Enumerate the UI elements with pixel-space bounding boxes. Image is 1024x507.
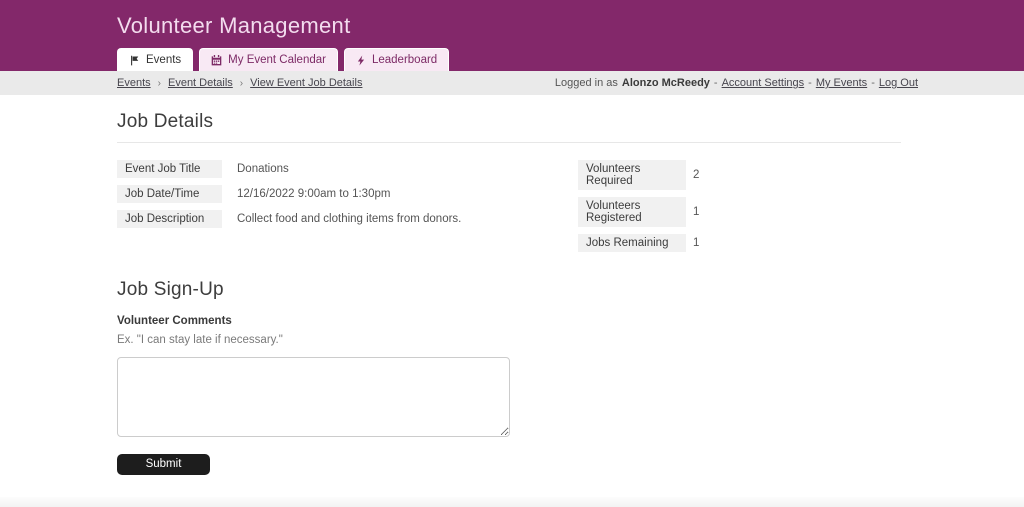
bolt-icon (356, 55, 366, 66)
logged-in-user-name: Alonzo McReedy (622, 77, 710, 89)
job-date-time-value: 12/16/2022 9:00am to 1:30pm (237, 188, 390, 200)
tab-bar: Events My Event Calendar Leaderboard (117, 48, 449, 71)
event-job-title-label: Event Job Title (117, 160, 222, 178)
breadcrumb: Events › Event Details › View Event Job … (117, 77, 362, 89)
table-row: Job Date/Time 12/16/2022 9:00am to 1:30p… (117, 185, 578, 203)
app-title: Volunteer Management (117, 13, 351, 39)
volunteers-required-value: 2 (693, 169, 699, 181)
tab-my-event-calendar-label: My Event Calendar (228, 54, 326, 66)
footer-strip (0, 497, 1024, 507)
calendar-icon (211, 55, 222, 66)
table-row: Jobs Remaining 1 (578, 234, 699, 252)
submit-button[interactable]: Submit (117, 454, 210, 475)
heading-divider (117, 142, 901, 143)
volunteer-comments-label: Volunteer Comments (117, 315, 901, 327)
volunteer-comments-textarea[interactable] (117, 357, 510, 437)
breadcrumb-link-event-details[interactable]: Event Details (168, 77, 233, 89)
table-row: Volunteers Required 2 (578, 160, 699, 190)
account-menu: Logged in as Alonzo McReedy - Account Se… (555, 77, 918, 89)
logged-in-prefix: Logged in as (555, 77, 618, 89)
app-header: Volunteer Management Events My Event Cal… (0, 0, 1024, 71)
tab-events[interactable]: Events (117, 48, 193, 71)
volunteers-required-label: Volunteers Required (578, 160, 686, 190)
volunteers-registered-label: Volunteers Registered (578, 197, 686, 227)
tab-leaderboard[interactable]: Leaderboard (344, 48, 449, 71)
breadcrumb-link-view-event-job-details[interactable]: View Event Job Details (250, 77, 362, 89)
job-date-time-label: Job Date/Time (117, 185, 222, 203)
tab-events-label: Events (146, 54, 181, 66)
table-row: Event Job Title Donations (117, 160, 578, 178)
jobs-remaining-label: Jobs Remaining (578, 234, 686, 252)
volunteer-comments-hint: Ex. "I can stay late if necessary." (117, 334, 901, 346)
flag-icon (129, 55, 140, 66)
volunteers-registered-value: 1 (693, 206, 699, 218)
job-signup-section: Job Sign-Up Volunteer Comments Ex. "I ca… (117, 279, 901, 507)
job-details-heading: Job Details (117, 111, 901, 133)
job-details-table-right: Volunteers Required 2 Volunteers Registe… (578, 160, 699, 259)
breadcrumb-link-events[interactable]: Events (117, 77, 151, 89)
breadcrumb-separator: › (240, 78, 243, 89)
table-row: Job Description Collect food and clothin… (117, 210, 578, 228)
table-row: Volunteers Registered 1 (578, 197, 699, 227)
log-out-link[interactable]: Log Out (879, 77, 918, 89)
job-details-tables: Event Job Title Donations Job Date/Time … (117, 160, 901, 259)
job-description-value: Collect food and clothing items from don… (237, 213, 461, 225)
main-content: Job Details Event Job Title Donations Jo… (117, 95, 901, 507)
job-signup-heading: Job Sign-Up (117, 279, 901, 301)
account-separator: - (714, 77, 718, 89)
account-separator: - (808, 77, 812, 89)
job-details-table-left: Event Job Title Donations Job Date/Time … (117, 160, 578, 259)
account-separator: - (871, 77, 875, 89)
account-settings-link[interactable]: Account Settings (722, 77, 805, 89)
event-job-title-value: Donations (237, 163, 289, 175)
breadcrumb-bar: Events › Event Details › View Event Job … (0, 71, 1024, 95)
breadcrumb-separator: › (158, 78, 161, 89)
tab-leaderboard-label: Leaderboard (372, 54, 437, 66)
my-events-link[interactable]: My Events (816, 77, 867, 89)
jobs-remaining-value: 1 (693, 237, 699, 249)
job-description-label: Job Description (117, 210, 222, 228)
tab-my-event-calendar[interactable]: My Event Calendar (199, 48, 338, 71)
